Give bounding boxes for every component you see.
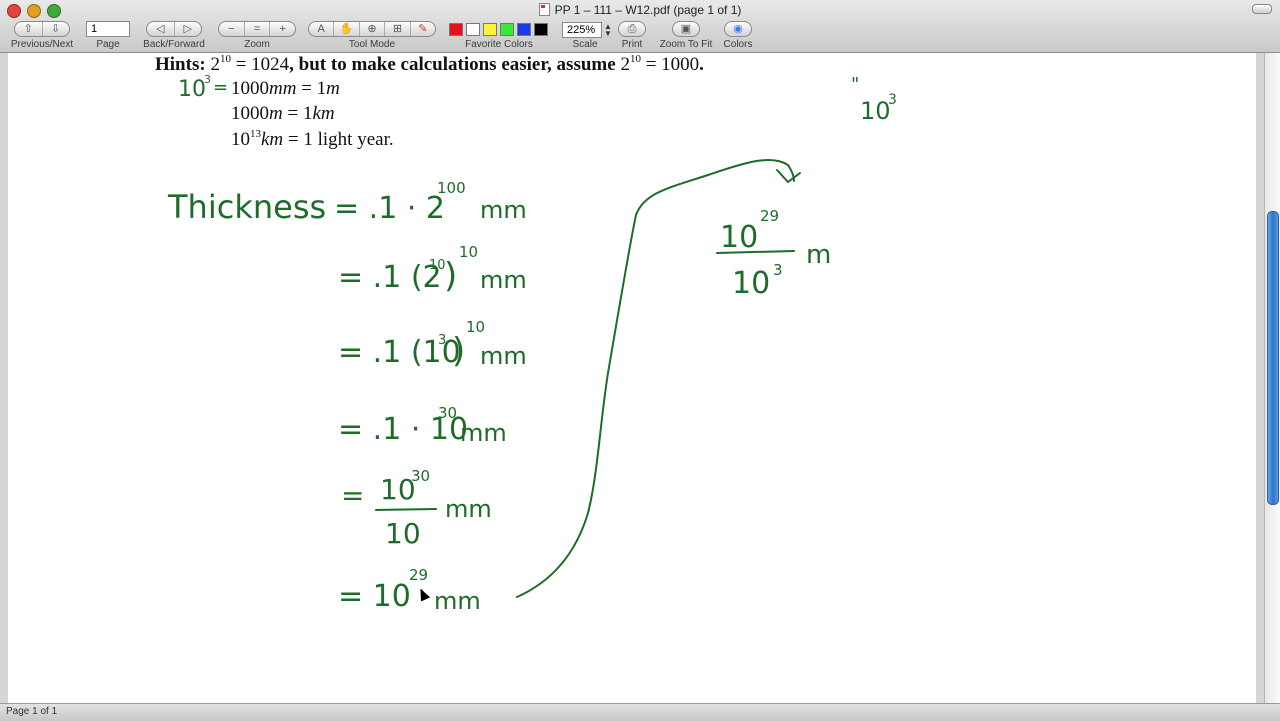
conversion-denominator: 10 (732, 266, 770, 301)
color-wheel-icon: ◉ (733, 23, 743, 35)
step6-unit: mm (434, 587, 481, 615)
previous-next-label: Previous/Next (10, 39, 74, 50)
zoom-to-fit-icon: ▣ (680, 23, 692, 35)
zoom-to-fit-label: Zoom To Fit (659, 39, 713, 50)
zoom-out-icon[interactable]: − (219, 22, 244, 36)
printer-icon: ⎙ (627, 23, 637, 35)
pdf-page: Hints: 210 = 1024, but to make calculati… (8, 53, 1256, 703)
zoom-control[interactable]: − = + (218, 21, 296, 37)
next-page-icon[interactable]: ⇩ (41, 22, 70, 36)
pdf-document-icon (538, 3, 550, 16)
annot-right-base: 10 (860, 97, 891, 125)
annot-right-exp: 3 (888, 92, 897, 108)
back-forward-control[interactable]: ◁ ▷ (146, 21, 202, 37)
color-swatch-black[interactable] (534, 23, 548, 36)
actual-size-icon[interactable]: = (243, 22, 270, 36)
conversion-numerator: 10 (720, 220, 758, 255)
print-button[interactable]: ⎙ (618, 21, 646, 37)
step6-exponent: 29 (409, 566, 428, 584)
annot-right-mark: " (851, 74, 859, 95)
conversion-unit: m (806, 240, 831, 270)
step4-exponent: 30 (438, 404, 457, 422)
toolbar: PP 1 – 111 – W12.pdf (page 1 of 1) ⇧ ⇩ P… (0, 0, 1280, 53)
scrollbar-thumb[interactable] (1267, 211, 1279, 505)
color-swatch-red[interactable] (449, 23, 463, 36)
back-arrow-icon[interactable]: ◁ (147, 22, 174, 36)
page-number-field[interactable]: 1 (86, 21, 130, 37)
zoom-label: Zoom (244, 39, 270, 50)
scale-dropdown-icon[interactable]: ▲ ▼ (604, 23, 612, 38)
colors-button[interactable]: ◉ (724, 21, 752, 37)
step3-unit: mm (480, 342, 527, 370)
hand-tool-icon[interactable]: ✋ (333, 22, 358, 36)
page-label: Page (96, 39, 120, 50)
annot-left-eq: = (213, 77, 228, 98)
step3-exponent: 10 (466, 318, 485, 336)
color-swatch-yellow[interactable] (483, 23, 497, 36)
previous-page-icon[interactable]: ⇧ (15, 22, 42, 36)
annot-left-exp: 3 (204, 73, 211, 86)
vertical-scrollbar[interactable] (1264, 53, 1280, 703)
tool-mode-label: Tool Mode (348, 39, 396, 50)
scale-label: Scale (572, 39, 598, 50)
step5-fraction-bar (375, 508, 437, 511)
conversion-denominator-exponent: 3 (773, 261, 783, 279)
step1-expression: = .1 · 2 (334, 191, 445, 226)
step6-expression: = 10 (338, 579, 411, 614)
step2-unit: mm (480, 266, 527, 294)
document-view[interactable]: Hints: 210 = 1024, but to make calculati… (0, 53, 1264, 703)
print-label: Print (621, 39, 643, 50)
text-tool-icon[interactable]: A (309, 22, 333, 36)
select-tool-icon[interactable]: ⊞ (384, 22, 409, 36)
step3-inner-exponent: 3 (438, 333, 446, 348)
back-forward-label: Back/Forward (143, 39, 205, 50)
status-bar: Page 1 of 1 (0, 703, 1280, 721)
color-swatch-blue[interactable] (517, 23, 531, 36)
previous-next-control[interactable]: ⇧ ⇩ (14, 21, 70, 37)
step5-equals: = (341, 479, 364, 512)
status-text: Page 1 of 1 (6, 706, 58, 717)
color-swatch-white[interactable] (466, 23, 480, 36)
step4-unit: mm (460, 419, 507, 447)
annotate-tool-icon[interactable]: ✎ (409, 22, 435, 36)
colors-label: Colors (723, 39, 753, 50)
annot-left-base: 10 (178, 77, 206, 102)
step5-denominator: 10 (385, 517, 421, 550)
tool-mode-control[interactable]: A ✋ ⊕ ⊞ ✎ (308, 21, 436, 37)
step2-expression: = .1 (2 (338, 260, 442, 295)
window-title: PP 1 – 111 – W12.pdf (page 1 of 1) (0, 3, 1280, 17)
zoom-to-fit-button[interactable]: ▣ (672, 21, 700, 37)
step1-unit: mm (480, 196, 527, 224)
step2-close-paren: ) (444, 256, 457, 296)
favorite-colors-label: Favorite Colors (465, 39, 533, 50)
step5-unit: mm (445, 495, 492, 523)
thickness-word: Thickness (167, 188, 326, 226)
handwritten-annotations: 10 3 = " 10 3 Thickness = .1 · 2 100 mm … (167, 73, 897, 615)
conversion-numerator-exponent: 29 (760, 207, 779, 225)
step1-exponent: 100 (437, 179, 466, 197)
forward-arrow-icon[interactable]: ▷ (173, 22, 202, 36)
zoom-in-icon[interactable]: + (269, 22, 295, 36)
step2-exponent: 10 (459, 243, 478, 261)
scale-select[interactable]: 225% (562, 22, 602, 38)
magnify-tool-icon[interactable]: ⊕ (358, 22, 384, 36)
toolbar-toggle-button[interactable] (1252, 4, 1272, 14)
step5-numerator-exponent: 30 (411, 467, 430, 485)
conversion-arrowhead (776, 169, 801, 184)
step3-close-paren: ) (452, 331, 465, 371)
color-swatch-green[interactable] (500, 23, 514, 36)
